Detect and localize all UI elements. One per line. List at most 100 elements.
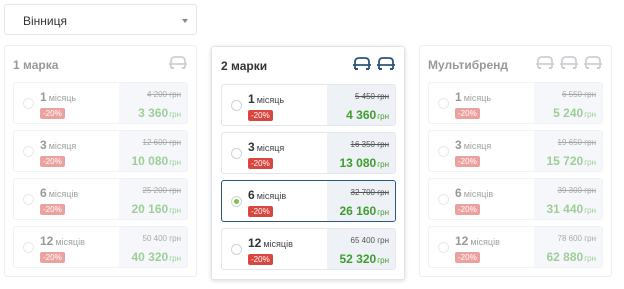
plan-option[interactable]: 6 місяців -20% 25 200 грн 20 160грн bbox=[13, 178, 188, 220]
plan-option[interactable]: 12 місяців -20% 78 600 грн 62 880грн bbox=[428, 226, 603, 268]
plan-duration: 3 місяця bbox=[40, 136, 76, 154]
new-price-currency: грн bbox=[377, 112, 389, 121]
new-price: 62 880грн bbox=[547, 248, 597, 266]
price-box: 16 350 грн 13 080грн bbox=[327, 133, 395, 173]
plan-option[interactable]: 1 місяць -20% 6 550 грн 5 240грн bbox=[428, 82, 603, 124]
duration-unit: місяців bbox=[48, 189, 79, 199]
duration-unit: місяць bbox=[256, 95, 285, 105]
discount-badge: -20% bbox=[40, 156, 65, 167]
old-price: 65 400 грн bbox=[350, 236, 389, 245]
new-price-amount: 62 880 bbox=[546, 250, 584, 264]
city-select[interactable]: Вінниця bbox=[4, 4, 197, 35]
city-select-value: Вінниця bbox=[23, 14, 67, 28]
discount-badge: -20% bbox=[455, 156, 480, 167]
new-price-currency: грн bbox=[169, 206, 181, 215]
discount-badge: -20% bbox=[248, 254, 273, 265]
plan-duration: 6 місяців bbox=[455, 184, 493, 202]
radio-button[interactable] bbox=[23, 146, 34, 157]
chevron-down-icon[interactable] bbox=[182, 19, 188, 23]
plan-option[interactable]: 12 місяців -20% 65 400 грн 52 320грн bbox=[221, 228, 396, 270]
new-price: 10 080грн bbox=[132, 152, 182, 170]
new-price-amount: 5 240 bbox=[553, 106, 584, 120]
old-price: 5 450 грн bbox=[354, 92, 389, 101]
duration-number: 3 bbox=[248, 140, 255, 154]
price-box: 12 600 грн 10 080грн bbox=[119, 131, 187, 171]
new-price: 13 080грн bbox=[340, 154, 390, 172]
car-icon bbox=[168, 55, 188, 70]
radio-button[interactable] bbox=[231, 100, 242, 111]
discount-badge: -20% bbox=[248, 206, 273, 217]
new-price-currency: грн bbox=[584, 158, 596, 167]
radio-button[interactable] bbox=[438, 194, 449, 205]
plan-duration: 1 місяць bbox=[248, 90, 284, 108]
plan-option[interactable]: 3 місяця -20% 19 650 грн 15 720грн bbox=[428, 130, 603, 172]
plan-duration: 6 місяців bbox=[40, 184, 78, 202]
plan-option[interactable]: 12 місяців -20% 50 400 грн 40 320грн bbox=[13, 226, 188, 268]
car-icon bbox=[352, 56, 372, 71]
discount-badge: -20% bbox=[248, 110, 273, 121]
discount-badge: -20% bbox=[40, 252, 65, 263]
new-price: 26 160грн bbox=[340, 202, 390, 220]
old-price: 12 600 грн bbox=[142, 138, 181, 147]
car-icon bbox=[535, 55, 555, 70]
old-price: 19 650 грн bbox=[557, 138, 596, 147]
plan-duration: 1 місяць bbox=[40, 88, 76, 106]
price-box: 25 200 грн 20 160грн bbox=[119, 179, 187, 219]
plan-duration: 12 місяців bbox=[248, 234, 293, 252]
plan-card-1[interactable]: 1 марка 1 місяць -20% 4 200 грн 3 360грн 3 міся… bbox=[4, 45, 197, 277]
old-price: 50 400 грн bbox=[142, 234, 181, 243]
car-icon bbox=[583, 55, 603, 70]
plan-duration: 12 місяців bbox=[40, 232, 85, 250]
price-box: 39 300 грн 31 440грн bbox=[534, 179, 602, 219]
car-icons bbox=[352, 56, 396, 71]
old-price: 16 350 грн bbox=[350, 140, 389, 149]
new-price-currency: грн bbox=[377, 160, 389, 169]
old-price: 78 600 грн bbox=[557, 234, 596, 243]
card-title: Мультибренд bbox=[428, 58, 508, 72]
price-box: 32 700 грн 26 160грн bbox=[327, 181, 395, 221]
new-price: 20 160грн bbox=[132, 200, 182, 218]
plan-duration: 12 місяців bbox=[455, 232, 500, 250]
plan-card-3[interactable]: Мультибренд 1 місяць -20% 6 550 грн 5 240грн 3… bbox=[419, 45, 612, 277]
radio-button[interactable] bbox=[23, 98, 34, 109]
old-price: 6 550 грн bbox=[561, 90, 596, 99]
new-price-currency: грн bbox=[169, 254, 181, 263]
radio-button[interactable] bbox=[23, 194, 34, 205]
price-box: 78 600 грн 62 880грн bbox=[534, 227, 602, 267]
discount-badge: -20% bbox=[40, 108, 65, 119]
plan-option[interactable]: 3 місяця -20% 16 350 грн 13 080грн bbox=[221, 132, 396, 174]
discount-badge: -20% bbox=[455, 252, 480, 263]
new-price: 31 440грн bbox=[547, 200, 597, 218]
duration-unit: місяць bbox=[463, 93, 492, 103]
duration-number: 3 bbox=[40, 138, 47, 152]
duration-unit: місяців bbox=[263, 239, 293, 249]
duration-unit: місяця bbox=[256, 143, 285, 153]
plan-card-2[interactable]: 2 марки 1 місяць -20% 5 450 грн 4 360грн 3 міся… bbox=[211, 46, 405, 280]
plan-option[interactable]: 1 місяць -20% 4 200 грн 3 360грн bbox=[13, 82, 188, 124]
duration-number: 6 bbox=[40, 186, 47, 200]
price-box: 6 550 грн 5 240грн bbox=[534, 83, 602, 123]
new-price-amount: 4 360 bbox=[346, 108, 377, 122]
duration-unit: місяця bbox=[463, 141, 492, 151]
old-price: 25 200 грн bbox=[142, 186, 181, 195]
new-price-currency: грн bbox=[169, 158, 181, 167]
new-price: 3 360грн bbox=[138, 104, 181, 122]
price-box: 19 650 грн 15 720грн bbox=[534, 131, 602, 171]
radio-button[interactable] bbox=[438, 98, 449, 109]
radio-button[interactable] bbox=[438, 146, 449, 157]
radio-button[interactable] bbox=[231, 196, 242, 207]
plan-option[interactable]: 6 місяців -20% 39 300 грн 31 440грн bbox=[428, 178, 603, 220]
duration-unit: місяців bbox=[470, 237, 500, 247]
new-price-currency: грн bbox=[584, 110, 596, 119]
new-price-amount: 10 080 bbox=[131, 154, 169, 168]
plan-option[interactable]: 1 місяць -20% 5 450 грн 4 360грн bbox=[221, 84, 396, 126]
radio-button[interactable] bbox=[23, 242, 34, 253]
new-price-amount: 40 320 bbox=[131, 250, 169, 264]
plan-option[interactable]: 3 місяця -20% 12 600 грн 10 080грн bbox=[13, 130, 188, 172]
plan-option[interactable]: 6 місяців -20% 32 700 грн 26 160грн bbox=[221, 180, 396, 222]
radio-button[interactable] bbox=[231, 244, 242, 255]
duration-unit: місяць bbox=[48, 93, 77, 103]
duration-number: 12 bbox=[455, 234, 469, 248]
radio-button[interactable] bbox=[231, 148, 242, 159]
radio-button[interactable] bbox=[438, 242, 449, 253]
